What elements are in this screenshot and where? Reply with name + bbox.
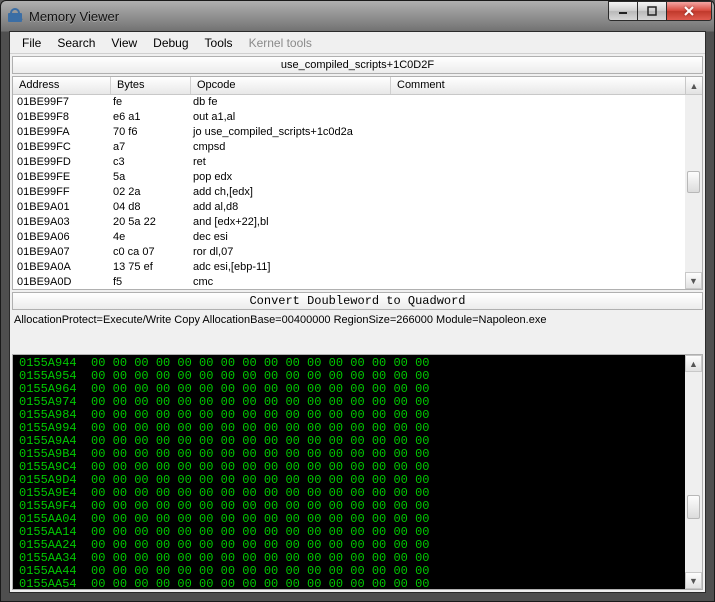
cell-bytes: f5 [111,275,191,290]
maximize-button[interactable] [637,1,667,21]
cell-opcode: ret [191,155,702,170]
cell-address: 01BE99FF [13,185,111,200]
cell-address: 01BE99FC [13,140,111,155]
hex-view[interactable]: 0155A944 00 00 00 00 00 00 00 00 00 00 0… [12,354,703,590]
cell-bytes: c0 ca 07 [111,245,191,260]
cell-opcode: and [edx+22],bl [191,215,702,230]
cell-address: 01BE9A0A [13,260,111,275]
menu-search[interactable]: Search [49,34,103,52]
disasm-row[interactable]: 01BE9A0Df5cmc [13,275,702,290]
cell-bytes: 70 f6 [111,125,191,140]
cell-opcode: jo use_compiled_scripts+1c0d2a [191,125,702,140]
menu-kernel-tools[interactable]: Kernel tools [241,34,320,52]
col-opcode[interactable]: Opcode [191,77,391,94]
cell-address: 01BE9A06 [13,230,111,245]
col-comment[interactable]: Comment [391,77,702,94]
window-controls [609,1,712,21]
cell-opcode: cmpsd [191,140,702,155]
disasm-row[interactable]: 01BE9A064edec esi [13,230,702,245]
cell-bytes: 4e [111,230,191,245]
disasm-row[interactable]: 01BE99FA70 f6jo use_compiled_scripts+1c0… [13,125,702,140]
cell-opcode: add ch,[edx] [191,185,702,200]
cell-bytes: 04 d8 [111,200,191,215]
col-address[interactable]: Address [13,77,111,94]
disasm-scroll-up[interactable]: ▲ [685,77,702,94]
cell-opcode: add al,d8 [191,200,702,215]
cell-address: 01BE9A03 [13,215,111,230]
disasm-row[interactable]: 01BE99FCa7cmpsd [13,140,702,155]
disasm-row[interactable]: 01BE9A0104 d8add al,d8 [13,200,702,215]
disassembly-panel[interactable]: Address Bytes Opcode Comment ▲ 01BE99F7f… [12,76,703,290]
disasm-scrollbar[interactable]: ▼ [685,95,702,289]
cell-bytes: 02 2a [111,185,191,200]
cell-address: 01BE9A0D [13,275,111,290]
client-area: File Search View Debug Tools Kernel tool… [9,31,706,593]
cell-address: 01BE99FE [13,170,111,185]
cell-address: 01BE9A07 [13,245,111,260]
cell-opcode: cmc [191,275,702,290]
allocation-info: AllocationProtect=Execute/Write Copy All… [10,312,705,326]
menubar: File Search View Debug Tools Kernel tool… [10,32,705,54]
disasm-rows[interactable]: 01BE99F7fedb fe01BE99F8e6 a1out a1,al01B… [13,95,702,290]
window-frame: Memory Viewer File Search View Debug Too… [0,0,715,602]
window-title: Memory Viewer [29,9,119,24]
disasm-row[interactable]: 01BE9A0320 5a 22and [edx+22],bl [13,215,702,230]
app-icon [7,8,23,24]
location-bar[interactable]: use_compiled_scripts+1C0D2F [12,56,703,74]
hex-scroll-up[interactable]: ▲ [685,355,702,372]
hex-scroll-thumb[interactable] [687,495,700,519]
close-button[interactable] [666,1,712,21]
disasm-row[interactable]: 01BE99F7fedb fe [13,95,702,110]
instruction-info-bar: Convert Doubleword to Quadword [12,292,703,310]
menu-file[interactable]: File [14,34,49,52]
cell-bytes: 13 75 ef [111,260,191,275]
disasm-row[interactable]: 01BE99F8e6 a1out a1,al [13,110,702,125]
cell-opcode: dec esi [191,230,702,245]
hex-scroll-down[interactable]: ▼ [685,572,702,589]
disasm-scroll-down[interactable]: ▼ [685,272,702,289]
hex-content[interactable]: 0155A944 00 00 00 00 00 00 00 00 00 00 0… [13,355,702,590]
cell-opcode: out a1,al [191,110,702,125]
cell-opcode: pop edx [191,170,702,185]
cell-address: 01BE99F8 [13,110,111,125]
menu-view[interactable]: View [103,34,145,52]
cell-address: 01BE99FA [13,125,111,140]
cell-bytes: a7 [111,140,191,155]
menu-debug[interactable]: Debug [145,34,196,52]
cell-address: 01BE9A01 [13,200,111,215]
disasm-row[interactable]: 01BE99FF02 2aadd ch,[edx] [13,185,702,200]
cell-bytes: c3 [111,155,191,170]
col-bytes[interactable]: Bytes [111,77,191,94]
cell-address: 01BE99FD [13,155,111,170]
titlebar[interactable]: Memory Viewer [1,1,714,31]
disasm-row[interactable]: 01BE99FDc3ret [13,155,702,170]
cell-bytes: e6 a1 [111,110,191,125]
disasm-column-headers: Address Bytes Opcode Comment ▲ [13,77,702,95]
cell-bytes: 20 5a 22 [111,215,191,230]
cell-bytes: 5a [111,170,191,185]
cell-opcode: ror dl,07 [191,245,702,260]
cell-bytes: fe [111,95,191,110]
disasm-row[interactable]: 01BE9A07c0 ca 07ror dl,07 [13,245,702,260]
cell-address: 01BE99F7 [13,95,111,110]
disasm-row[interactable]: 01BE9A0A13 75 efadc esi,[ebp-11] [13,260,702,275]
disasm-row[interactable]: 01BE99FE5apop edx [13,170,702,185]
menu-tools[interactable]: Tools [197,34,241,52]
minimize-button[interactable] [608,1,638,21]
disasm-scroll-thumb[interactable] [687,171,700,193]
hex-scrollbar[interactable]: ▲ ▼ [685,355,702,589]
cell-opcode: db fe [191,95,702,110]
cell-opcode: adc esi,[ebp-11] [191,260,702,275]
